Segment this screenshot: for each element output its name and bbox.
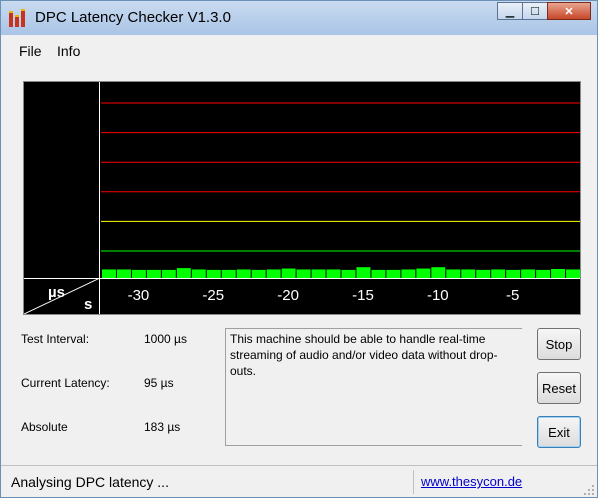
x-tick-label: -5 <box>505 287 520 304</box>
latency-bar <box>146 269 161 278</box>
x-tick-label: -15 <box>352 287 374 304</box>
latency-bar <box>251 269 266 278</box>
status-bar: Analysing DPC latency ... www.thesycon.d… <box>1 465 597 498</box>
current-latency-value: 95 µs <box>144 376 174 390</box>
x-unit-label: s <box>84 296 93 313</box>
latency-bar <box>161 269 176 278</box>
maximize-icon[interactable]: ☐ <box>522 2 548 20</box>
y-tick-label: 500µs <box>39 240 81 257</box>
latency-bar <box>296 269 311 278</box>
latency-bar <box>431 267 446 278</box>
latency-bar <box>356 267 371 278</box>
status-separator <box>413 470 414 494</box>
plot-area <box>101 102 580 278</box>
latency-bar <box>116 269 131 278</box>
latency-bar <box>401 269 416 278</box>
latency-bar <box>266 269 281 278</box>
latency-bar <box>476 269 491 278</box>
exit-button[interactable]: Exit <box>537 416 581 448</box>
latency-bar <box>102 269 116 278</box>
y-tick-label: 2000µs <box>44 199 94 216</box>
x-axis: -30 -25 -20 -15 -10 -5 <box>24 278 580 315</box>
y-tick-label: 16000µs <box>36 92 94 109</box>
y-unit-label: µs <box>48 284 65 301</box>
latency-bar <box>491 269 506 278</box>
latency-bar <box>176 268 191 278</box>
latency-bar <box>236 269 251 278</box>
latency-bar <box>521 269 536 278</box>
latency-bar <box>446 269 461 278</box>
latency-bar <box>506 269 521 278</box>
app-icon <box>9 9 27 27</box>
latency-bar <box>536 269 551 278</box>
latency-bar <box>191 269 206 278</box>
x-tick-label: -25 <box>202 287 225 304</box>
reset-button[interactable]: Reset <box>537 372 581 404</box>
absolute-value: 183 µs <box>144 420 181 434</box>
latency-bar <box>371 269 386 278</box>
app-window: DPC Latency Checker V1.3.0 ▁ ☐ ✕ File In… <box>0 0 598 498</box>
latency-bar <box>551 269 566 278</box>
window-title: DPC Latency Checker V1.3.0 <box>35 9 231 26</box>
title-bar[interactable]: DPC Latency Checker V1.3.0 ▁ ☐ ✕ <box>1 1 597 35</box>
latency-bar <box>221 269 236 278</box>
latency-bar <box>311 269 326 278</box>
absolute-label: Absolute <box>21 420 68 434</box>
test-interval-value: 1000 µs <box>144 332 187 346</box>
menu-bar: File Info <box>1 37 597 63</box>
stop-button[interactable]: Stop <box>537 328 581 360</box>
latency-chart: 16000µs 8000µs 4000µs 2000µs 1000µs 500µ… <box>23 81 581 315</box>
latency-bar <box>566 269 580 278</box>
x-tick-label: -10 <box>426 287 449 304</box>
latency-bar <box>326 269 341 278</box>
y-tick-label: 4000µs <box>44 168 94 185</box>
minimize-icon[interactable]: ▁ <box>497 2 523 20</box>
x-tick-label: -30 <box>127 287 150 304</box>
close-icon[interactable]: ✕ <box>547 2 591 20</box>
latency-bar <box>386 269 401 278</box>
y-tick-label: 8000µs <box>44 132 94 149</box>
current-latency-label: Current Latency: <box>21 376 110 390</box>
latency-bar <box>341 269 356 278</box>
latency-bar <box>131 269 146 278</box>
menu-file[interactable]: File <box>19 43 42 59</box>
test-interval-label: Test Interval: <box>21 332 90 346</box>
latency-bar <box>281 268 296 278</box>
menu-info[interactable]: Info <box>57 43 80 59</box>
y-tick-label: 1000µs <box>44 223 94 240</box>
x-tick-label: -20 <box>277 287 299 304</box>
latency-bar <box>461 269 476 278</box>
status-text: Analysing DPC latency ... <box>11 474 169 490</box>
website-link[interactable]: www.thesycon.de <box>421 474 522 489</box>
status-message: This machine should be able to handle re… <box>225 328 522 446</box>
latency-bar <box>416 268 431 278</box>
latency-bar <box>206 269 221 278</box>
resize-grip-icon[interactable] <box>583 484 595 496</box>
